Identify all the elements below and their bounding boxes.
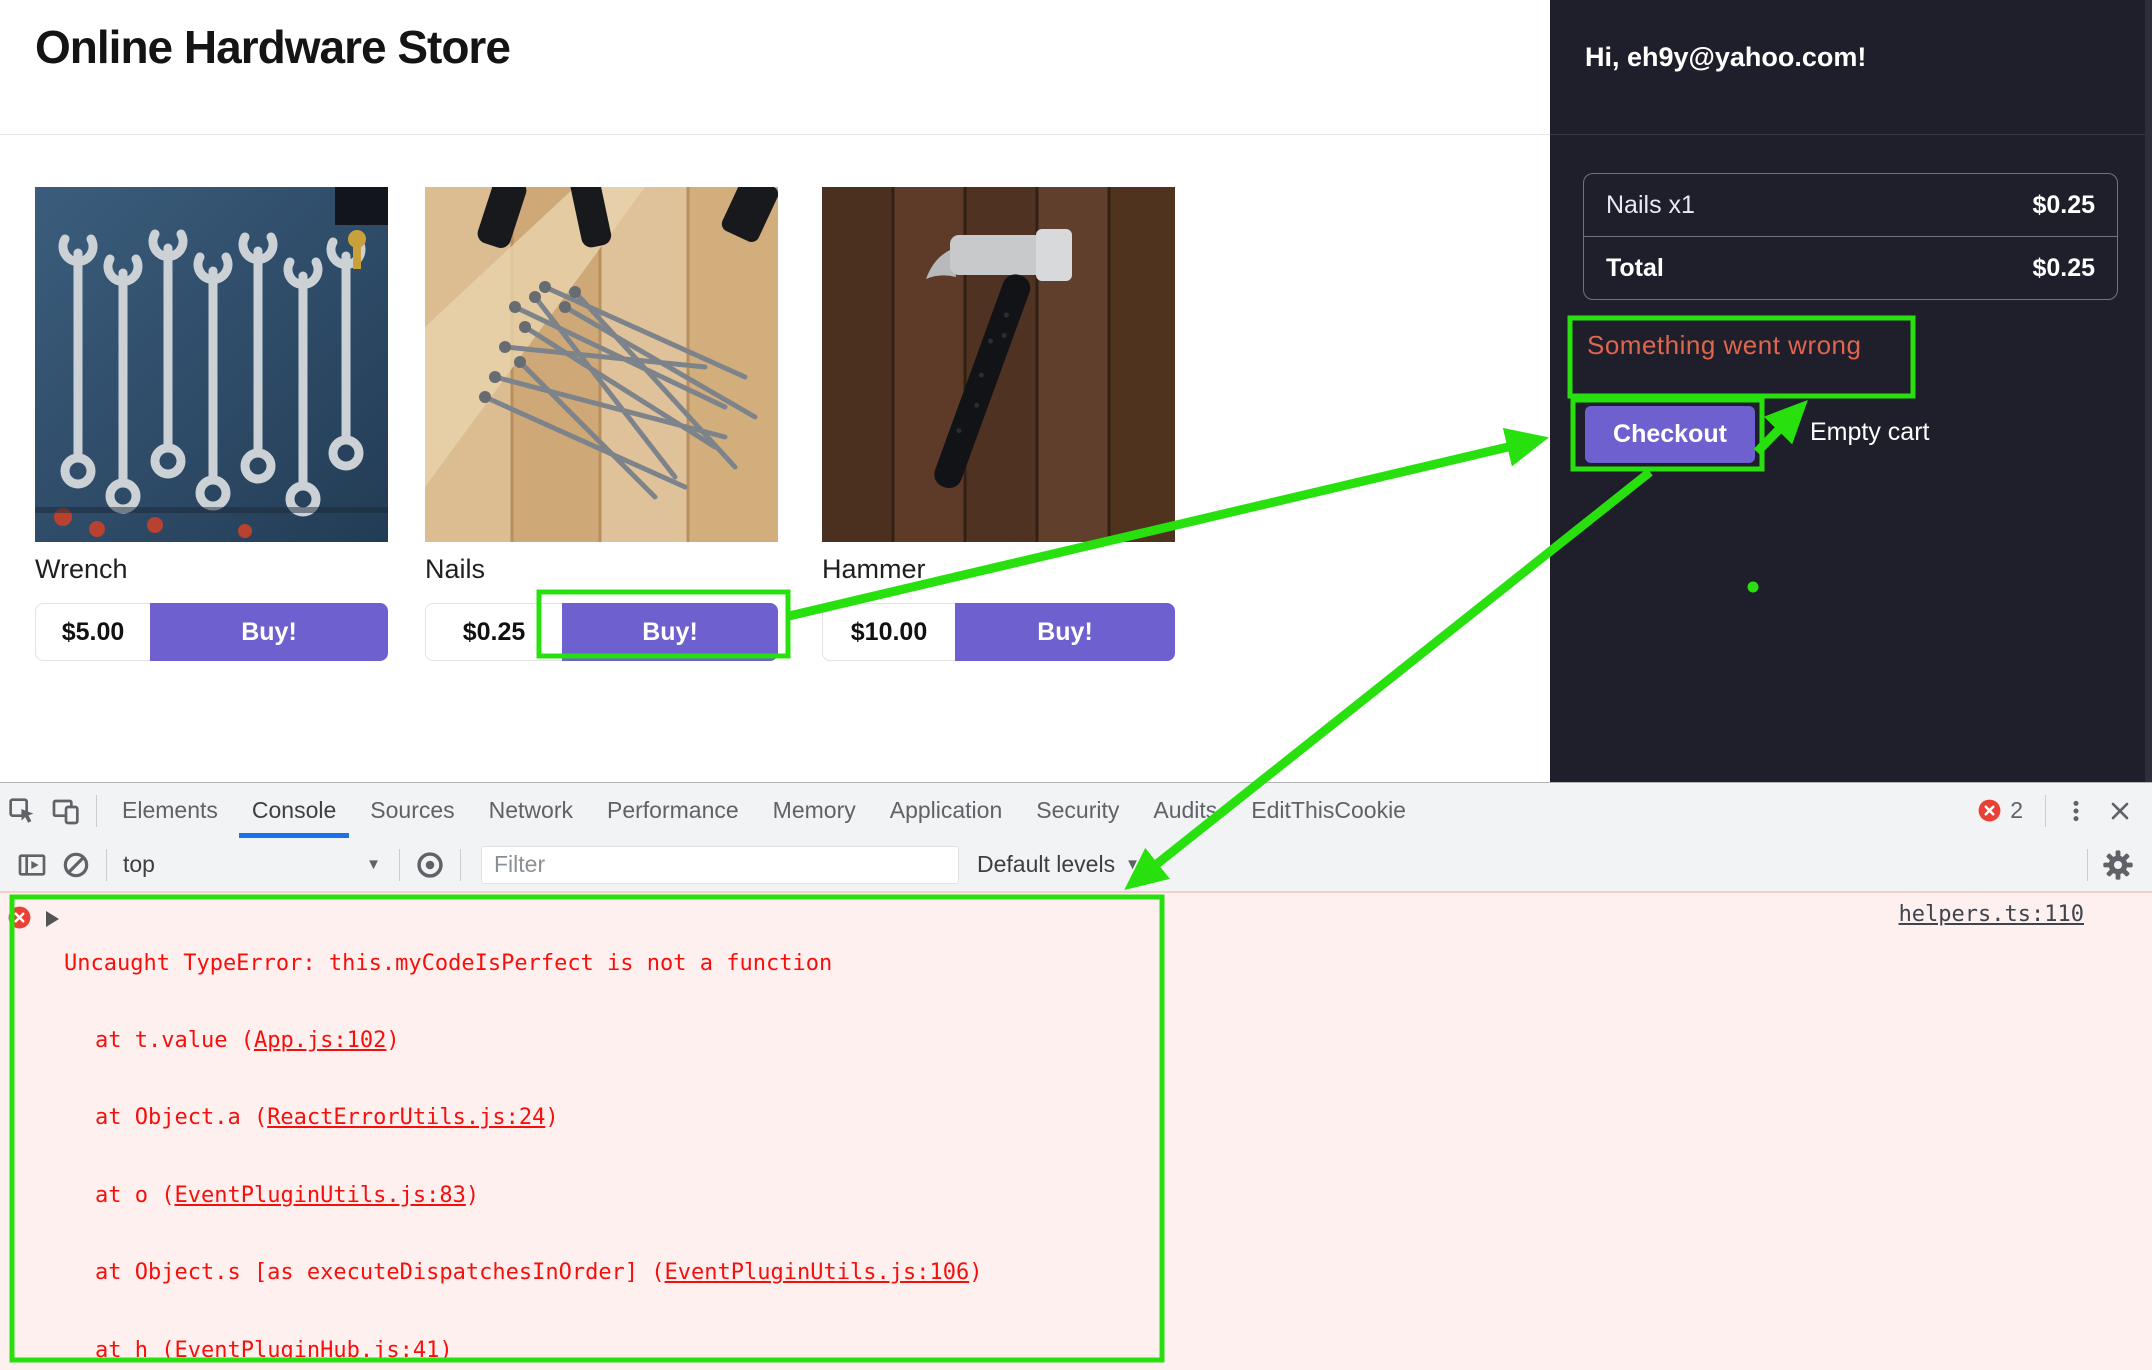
stack-frame: at o (EventPluginUtils.js:83) — [0, 1183, 1102, 1209]
error-source-link[interactable]: helpers.ts:110 — [1899, 902, 2084, 927]
product-name: Hammer — [822, 554, 1175, 585]
stack-frame: at Object.a (ReactErrorUtils.js:24) — [0, 1105, 1102, 1131]
tab-sources[interactable]: Sources — [353, 783, 471, 838]
scrollbar[interactable] — [2145, 0, 2152, 782]
wrench-photo — [35, 187, 388, 542]
source-link[interactable]: EventPluginUtils.js:83 — [174, 1183, 465, 1208]
error-count-badge[interactable]: 2 — [1977, 797, 2023, 824]
screenshot-root: Online Hardware Store Wrench $5.00 — [0, 0, 2152, 1370]
tab-network[interactable]: Network — [472, 783, 590, 838]
divider — [2045, 795, 2046, 827]
kebab-menu-icon[interactable] — [2054, 789, 2098, 833]
header-divider — [0, 134, 1550, 135]
empty-cart-button[interactable]: Empty cart — [1810, 418, 1929, 447]
source-link[interactable]: App.js:102 — [254, 1028, 386, 1053]
caret-down-icon: ▼ — [366, 856, 381, 873]
divider — [399, 849, 400, 881]
filter-input[interactable] — [481, 846, 959, 884]
divider — [2087, 849, 2088, 881]
page-title: Online Hardware Store — [35, 20, 510, 74]
source-link[interactable]: EventPluginUtils.js:106 — [665, 1260, 970, 1285]
product-card-hammer: Hammer $10.00 Buy! — [822, 187, 1175, 661]
tab-audits[interactable]: Audits — [1136, 783, 1234, 838]
buy-button-hammer[interactable]: Buy! — [955, 603, 1175, 661]
context-selector[interactable]: top ▼ — [115, 851, 391, 878]
inspect-cursor-icon[interactable] — [0, 789, 44, 833]
device-toolbar-icon[interactable] — [44, 789, 88, 833]
log-levels-dropdown[interactable]: Default levels ▼ — [977, 851, 1140, 878]
product-price: $10.00 — [822, 603, 955, 661]
tab-console[interactable]: Console — [235, 783, 353, 838]
cart-sidebar: Hi, eh9y@yahoo.com! Nails x1 $0.25 Total… — [1550, 0, 2152, 782]
log-levels-value: Default levels — [977, 851, 1115, 878]
stack-frame: at t.value (App.js:102) — [0, 1028, 1102, 1054]
error-circle-icon — [1977, 798, 2002, 823]
source-link[interactable]: ReactErrorUtils.js:24 — [267, 1105, 545, 1130]
product-price: $0.25 — [425, 603, 562, 661]
tab-security[interactable]: Security — [1019, 783, 1136, 838]
devtools-panel: Elements Console Sources Network Perform… — [0, 782, 2152, 1370]
devtools-tabbar: Elements Console Sources Network Perform… — [0, 783, 2152, 839]
context-value: top — [123, 851, 155, 878]
cart-total-row: Total $0.25 — [1584, 236, 2117, 299]
checkout-error-message: Something went wrong — [1587, 330, 1861, 361]
hammer-photo — [822, 187, 1175, 542]
cart-line-item: Nails x1 $0.25 — [1584, 174, 2117, 236]
console-output: helpers.ts:110 Uncaught TypeError: this.… — [0, 892, 2152, 1370]
clear-console-icon[interactable] — [54, 843, 98, 887]
cart-total-label: Total — [1606, 254, 1664, 283]
tab-memory[interactable]: Memory — [756, 783, 873, 838]
checkout-button[interactable]: Checkout — [1585, 406, 1755, 463]
tab-application[interactable]: Application — [873, 783, 1020, 838]
stack-frame: at Object.s [as executeDispatchesInOrder… — [0, 1260, 1102, 1286]
user-greeting: Hi, eh9y@yahoo.com! — [1585, 42, 1866, 73]
divider — [106, 849, 107, 881]
error-count: 2 — [2010, 797, 2023, 824]
product-card-wrench: Wrench $5.00 Buy! — [35, 187, 388, 661]
product-card-nails: Nails $0.25 Buy! — [425, 187, 778, 661]
source-link[interactable]: EventPluginHub.js:41 — [174, 1338, 439, 1363]
cart-total-price: $0.25 — [2032, 254, 2095, 283]
buy-button-wrench[interactable]: Buy! — [150, 603, 388, 661]
tab-elements[interactable]: Elements — [105, 783, 235, 838]
console-toolbar: top ▼ Default levels ▼ — [0, 838, 2152, 892]
eye-icon[interactable] — [408, 843, 452, 887]
cart-item-label: Nails x1 — [1606, 191, 1695, 220]
buy-button-nails[interactable]: Buy! — [562, 603, 778, 661]
tab-editthiscookie[interactable]: EditThisCookie — [1234, 783, 1423, 838]
error-stack-trace: Uncaught TypeError: this.myCodeIsPerfect… — [0, 899, 1102, 1370]
product-name: Nails — [425, 554, 778, 585]
caret-down-icon: ▼ — [1125, 856, 1140, 873]
cart-item-price: $0.25 — [2032, 191, 2095, 220]
product-price: $5.00 — [35, 603, 150, 661]
divider — [460, 849, 461, 881]
close-icon[interactable] — [2098, 789, 2142, 833]
product-name: Wrench — [35, 554, 388, 585]
stack-frame: at h (EventPluginHub.js:41) — [0, 1338, 1102, 1364]
divider — [96, 795, 97, 827]
cart-table: Nails x1 $0.25 Total $0.25 — [1583, 173, 2118, 300]
sidebar-divider — [1550, 134, 2152, 135]
gear-icon[interactable] — [2096, 843, 2140, 887]
tab-performance[interactable]: Performance — [590, 783, 756, 838]
error-message: Uncaught TypeError: this.myCodeIsPerfect… — [0, 951, 1102, 977]
nails-photo — [425, 187, 778, 542]
console-sidebar-icon[interactable] — [10, 843, 54, 887]
